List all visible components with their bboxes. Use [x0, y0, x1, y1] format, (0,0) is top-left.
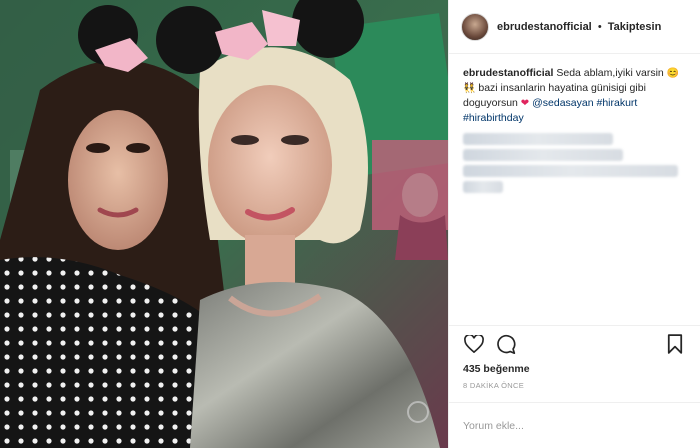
caption-text-1: Seda ablam,iyiki varsin: [556, 67, 664, 79]
comment-input[interactable]: [463, 419, 686, 432]
action-bar: [449, 325, 700, 361]
hashtag-link-2[interactable]: #hirabirthday: [463, 112, 524, 124]
blurred-comment: [463, 149, 623, 161]
caption: ebrudestanofficial Seda ablam,iyiki vars…: [463, 66, 688, 125]
photo-illustration: [0, 0, 448, 448]
speech-bubble-icon[interactable]: [495, 333, 517, 355]
post-window: ebrudestanofficial • Takiptesin ebrudest…: [0, 0, 700, 448]
mention-link[interactable]: @sedasayan: [532, 97, 593, 109]
blurred-comment: [463, 165, 678, 177]
post-header: ebrudestanofficial • Takiptesin: [449, 0, 700, 54]
blurred-comment: [463, 133, 613, 145]
header-text: ebrudestanofficial • Takiptesin: [497, 21, 661, 33]
header-separator: •: [597, 20, 602, 33]
follow-status[interactable]: Takiptesin: [608, 21, 662, 33]
post-photo[interactable]: [0, 0, 448, 448]
hashtag-link-1[interactable]: #hirakurt: [596, 97, 637, 109]
post-timestamp[interactable]: 8 DAKİKA ÖNCE: [449, 375, 700, 390]
couple-emoji-icon: 👯: [463, 83, 476, 94]
heart-outline-icon[interactable]: [463, 333, 485, 355]
comments-area: ebrudestanofficial Seda ablam,iyiki vars…: [449, 54, 700, 325]
post-details-panel: ebrudestanofficial • Takiptesin ebrudest…: [448, 0, 700, 448]
caption-username[interactable]: ebrudestanofficial: [463, 67, 553, 79]
avatar[interactable]: [461, 12, 489, 41]
bookmark-icon[interactable]: [664, 333, 686, 355]
header-username[interactable]: ebrudestanofficial: [497, 21, 592, 33]
heart-emoji-icon: ❤: [520, 98, 530, 109]
add-comment-bar: [449, 402, 700, 448]
smile-emoji-icon: 😊: [666, 68, 680, 79]
blurred-comment: [463, 181, 503, 193]
like-count[interactable]: 435 beğenme: [449, 361, 700, 375]
